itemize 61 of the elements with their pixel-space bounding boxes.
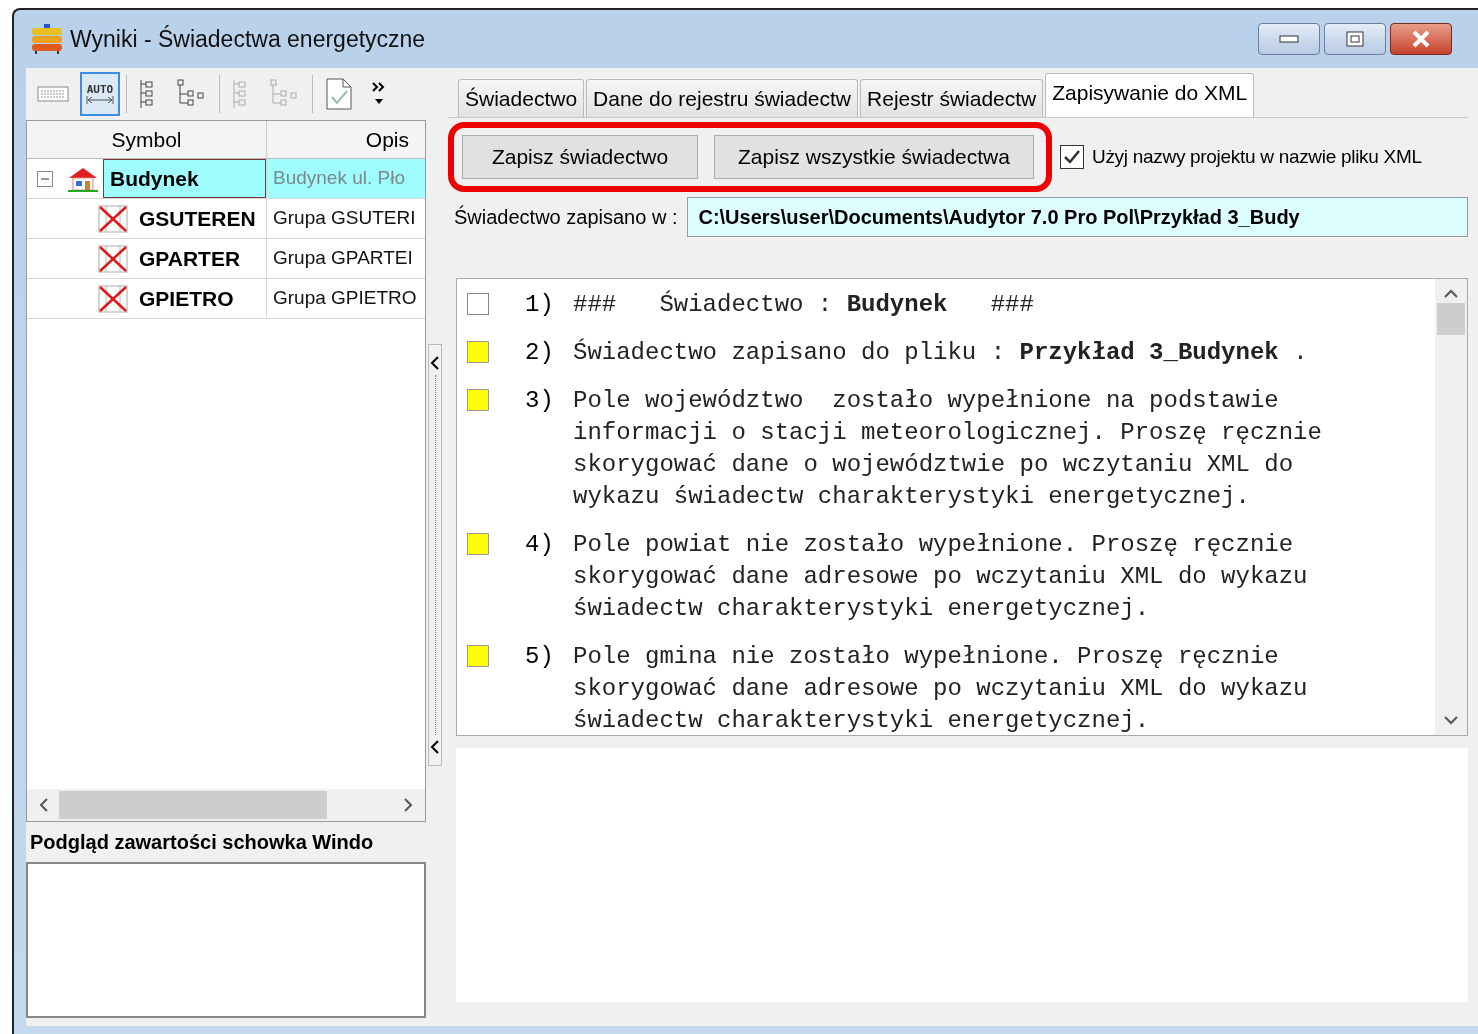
close-icon xyxy=(1411,30,1431,48)
message-line: skorygować dane o województwie po wczytaniu XML do xyxy=(573,450,1295,480)
tab[interactable]: Zapisywanie do XML xyxy=(1045,73,1255,117)
toolbar-button[interactable]: AUTO xyxy=(80,72,120,116)
column-header[interactable]: Symbol xyxy=(27,121,267,158)
message-line: Pole gmina nie zostało wypełnione. Proszę ręcznie xyxy=(573,642,1280,672)
tab[interactable]: Świadectwo xyxy=(458,79,585,117)
symbol-cell[interactable]: GPIETRO xyxy=(133,279,266,318)
width-arrow-icon xyxy=(85,94,115,105)
symbol-cell[interactable]: GSUTEREN xyxy=(133,199,266,238)
column-header[interactable]: Opis xyxy=(267,121,425,158)
message-line: skorygować dane adresowe po wczytaniu XML do wykazu xyxy=(573,562,1308,592)
message-line: skorygować dane adresowe po wczytaniu XML do wykazu xyxy=(573,674,1308,704)
path-field[interactable]: C:\Users\user\Documents\Audytor 7.0 Pro Pol\Przykład 3_Budy xyxy=(687,197,1468,237)
clipboard-label: Podgląd zawartości schowka Windo xyxy=(29,830,375,855)
message-number: 1) xyxy=(525,290,555,320)
scroll-down-icon[interactable] xyxy=(1441,713,1461,727)
tab[interactable]: Dane do rejestru świadectw xyxy=(586,79,859,117)
message-line: Świadectwo zapisano do pliku : Przykład 3_Budynek . xyxy=(573,337,1308,368)
collapse-left-icon[interactable] xyxy=(430,739,440,755)
message-number: 2) xyxy=(525,338,555,368)
symbol-cell[interactable]: Budynek xyxy=(103,159,266,198)
horizontal-scrollbar[interactable] xyxy=(27,789,425,821)
message-number: 5) xyxy=(525,642,555,672)
message-number: 4) xyxy=(525,530,555,560)
minimize-icon xyxy=(1279,35,1299,43)
crossed-box-icon xyxy=(97,203,129,234)
path-label: Świadectwo zapisano w : xyxy=(454,204,678,230)
maximize-icon xyxy=(1346,31,1364,47)
scroll-thumb[interactable] xyxy=(1437,303,1465,335)
message-line: Pole powiat nie zostało wypełnione. Proszę ręcznie xyxy=(573,530,1295,560)
description-cell-text: Grupa GPIETRO xyxy=(272,286,418,311)
message-line: ### Świadectwo : Budynek ### xyxy=(573,289,1034,320)
window-title: Wyniki - Świadectwa energetyczne xyxy=(70,24,426,54)
message-line: świadectw charakterystyki energetycznej. xyxy=(573,706,1151,735)
checkbox-label[interactable]: Użyj nazwy projektu w nazwie pliku XML xyxy=(1092,142,1422,172)
save-all-button[interactable]: Zapisz wszystkie świadectwa xyxy=(714,135,1034,179)
document-check-icon xyxy=(324,77,354,111)
description-cell: Budynek ul. Pło xyxy=(267,159,425,198)
message-line: informacji o stacji meteorologicznej. Proszę ręcznie xyxy=(573,418,1322,448)
scroll-thumb[interactable] xyxy=(59,791,327,819)
message-line: Pole województwo zostało wypełnione na podstawie xyxy=(573,386,1280,416)
message-number: 3) xyxy=(525,386,555,416)
description-cell-text: Grupa GSUTERI xyxy=(272,206,417,231)
close-button[interactable] xyxy=(1390,23,1452,55)
save-button[interactable]: Zapisz świadectwo xyxy=(462,135,698,179)
app-icon xyxy=(30,24,64,54)
message-line: świadectw charakterystyki energetycznej. xyxy=(573,594,1151,624)
crossed-box-icon xyxy=(97,243,129,274)
collapse-left-icon[interactable] xyxy=(430,355,440,371)
vertical-scrollbar[interactable] xyxy=(1435,279,1467,735)
maximize-button[interactable] xyxy=(1324,23,1386,55)
message-line: wykazu świadectw charakterystyki energetycznej. xyxy=(573,482,1251,512)
checkbox[interactable] xyxy=(1060,145,1084,169)
description-cell-text: Grupa GPARTEI xyxy=(272,246,414,271)
tab[interactable]: Rejestr świadectw xyxy=(860,79,1044,117)
crossed-box-icon xyxy=(97,283,129,314)
keyboard-icon xyxy=(37,84,69,104)
symbol-cell[interactable]: GPARTER xyxy=(133,239,266,278)
minimize-button[interactable] xyxy=(1258,23,1320,55)
collapse-icon[interactable] xyxy=(37,170,53,187)
